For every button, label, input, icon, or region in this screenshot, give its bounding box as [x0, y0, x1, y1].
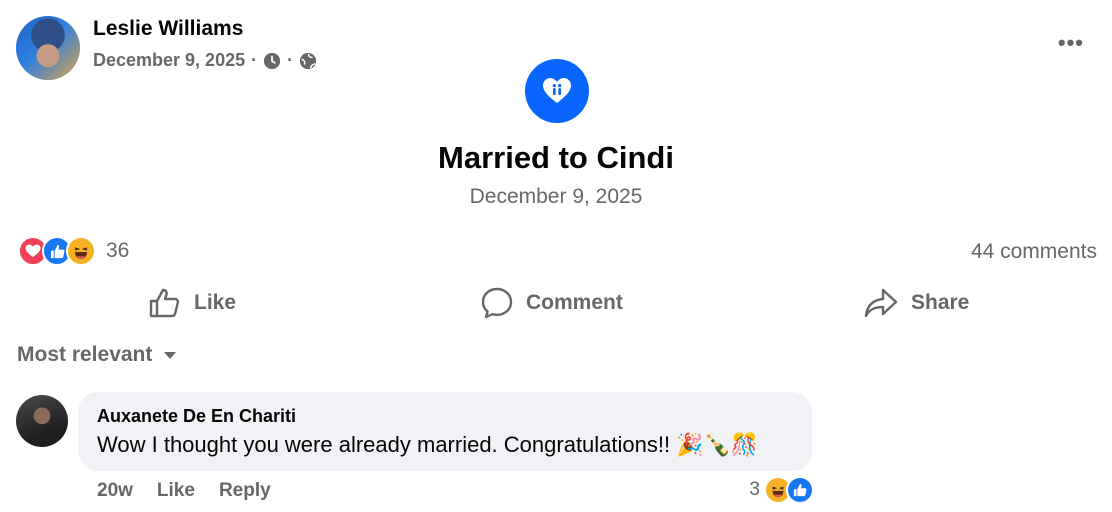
- like-button[interactable]: Like: [148, 283, 236, 323]
- meta-separator-2: ·: [287, 50, 294, 70]
- haha-reaction-icon: [66, 236, 96, 266]
- comment-bubble-icon: [481, 287, 513, 319]
- commenter-name[interactable]: Auxanete De En Chariti: [97, 406, 296, 427]
- life-event-date: December 9, 2025: [469, 185, 643, 208]
- comment-label: Comment: [526, 291, 623, 314]
- comment-like-button[interactable]: Like: [157, 480, 195, 502]
- comment-reaction-count: 3: [749, 479, 760, 500]
- like-label: Like: [194, 291, 237, 314]
- comment-body: Wow I thought you were already married. …: [97, 432, 671, 457]
- thumbs-up-icon: [149, 288, 180, 318]
- comment-emojis: 🎉🍾🎊: [676, 432, 759, 457]
- author-name[interactable]: Leslie Williams: [93, 17, 243, 41]
- meta-separator: ·: [251, 50, 258, 70]
- share-label: Share: [911, 291, 970, 314]
- commenter-avatar[interactable]: [16, 395, 68, 447]
- comments-count-link[interactable]: 44 comments: [971, 240, 1097, 264]
- comment-reply-button[interactable]: Reply: [219, 480, 271, 502]
- reaction-count: 36: [106, 239, 130, 262]
- comment-text: Wow I thought you were already married. …: [97, 432, 758, 458]
- comment-time[interactable]: 20w: [97, 480, 133, 502]
- heart-icon: [543, 78, 571, 103]
- post-meta: December 9, 2025 · ·: [93, 50, 317, 71]
- post-date[interactable]: December 9, 2025: [93, 50, 245, 71]
- comment-sort-dropdown[interactable]: Most relevant: [17, 343, 178, 367]
- life-event-title: Married to Cindi: [438, 140, 674, 175]
- share-arrow-icon: [864, 288, 898, 318]
- reactions-summary[interactable]: 36: [18, 236, 129, 266]
- life-event-heart-icon: [525, 59, 589, 123]
- share-button[interactable]: Share: [863, 283, 969, 323]
- like-reaction-icon: [786, 476, 814, 504]
- comment-reactions[interactable]: 3: [749, 476, 814, 504]
- author-avatar[interactable]: [16, 16, 80, 80]
- comment-meta: 20w Like Reply: [97, 480, 271, 502]
- globe-icon[interactable]: [299, 52, 317, 70]
- sort-label: Most relevant: [17, 343, 153, 366]
- more-options-button[interactable]: •••: [1058, 30, 1084, 56]
- clock-icon: [264, 52, 281, 69]
- caret-down-icon: [164, 352, 177, 359]
- comment-button[interactable]: Comment: [480, 283, 623, 323]
